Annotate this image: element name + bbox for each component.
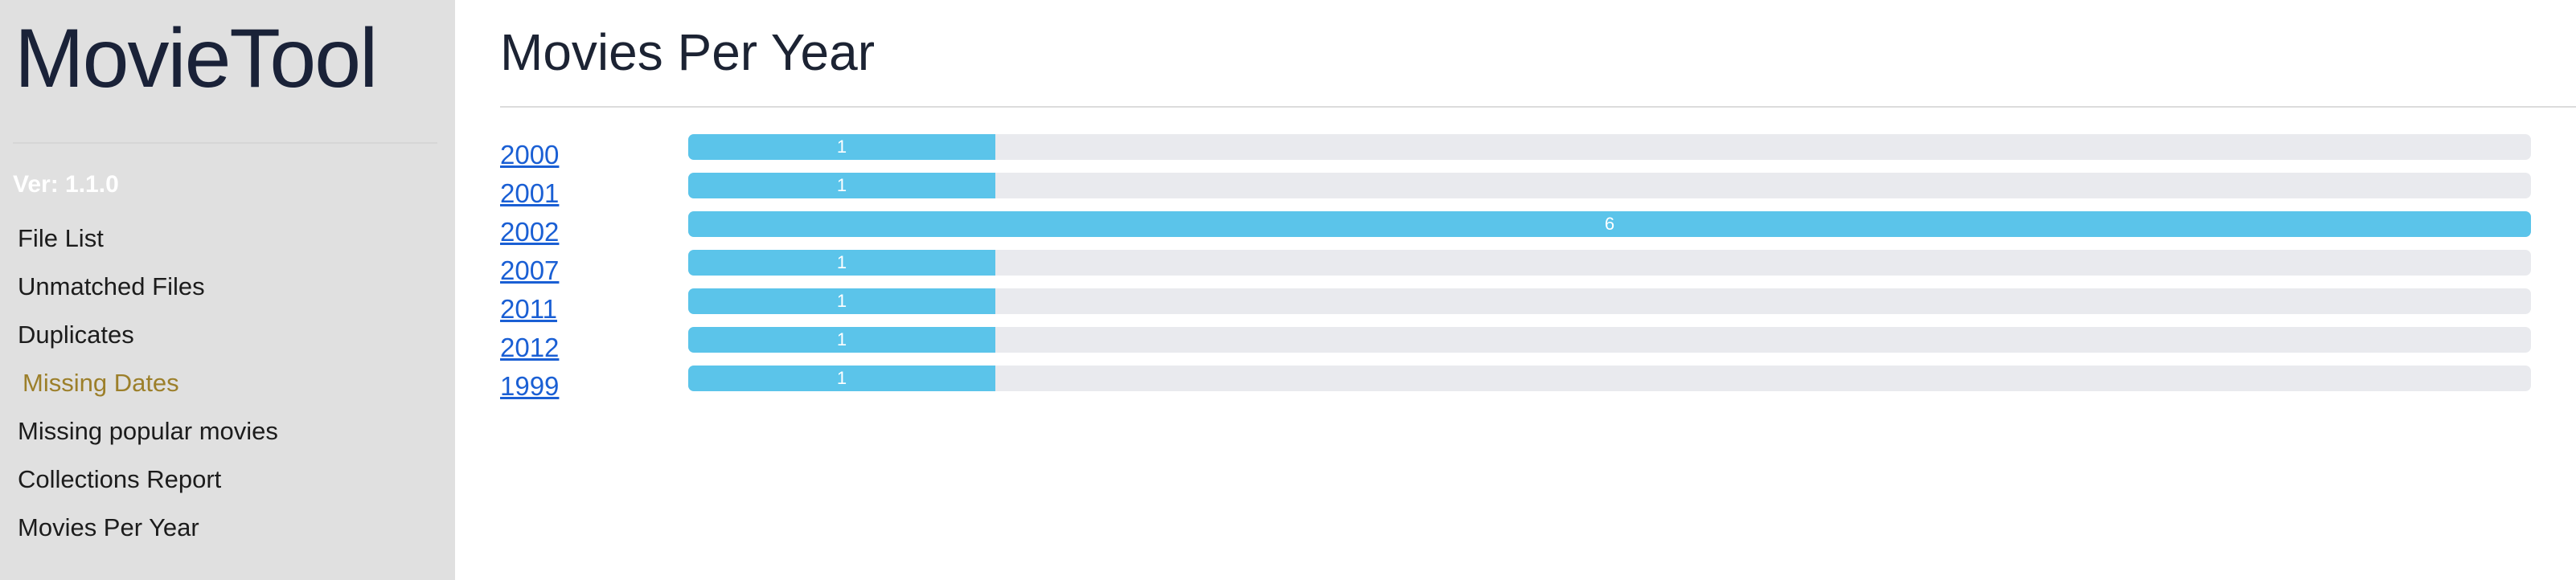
progress-label: 6 [1604, 214, 1615, 234]
sidebar-item-duplicates[interactable]: Duplicates [0, 313, 455, 361]
year-row: 2007 1 [500, 250, 2531, 288]
year-link[interactable]: 2012 [500, 329, 559, 367]
app-root: MovieTool Ver: 1.1.0 File List Unmatched… [0, 0, 2576, 580]
sidebar: MovieTool Ver: 1.1.0 File List Unmatched… [0, 0, 455, 580]
sidebar-nav: File List Unmatched Files Duplicates Mis… [0, 217, 455, 554]
progress-track: 1 [688, 250, 2531, 276]
progress-track: 1 [688, 288, 2531, 314]
progress-label: 1 [836, 252, 847, 272]
year-row: 1999 1 [500, 366, 2531, 404]
sidebar-item-movies-per-year[interactable]: Movies Per Year [0, 506, 455, 554]
year-row: 2001 1 [500, 173, 2531, 211]
progress-track: 6 [688, 211, 2531, 237]
progress-track: 1 [688, 366, 2531, 391]
sidebar-item-missing-dates[interactable]: Missing Dates [0, 361, 455, 410]
progress-label: 1 [836, 368, 847, 388]
progress-track: 1 [688, 134, 2531, 160]
year-link[interactable]: 1999 [500, 367, 559, 406]
year-row: 2000 1 [500, 134, 2531, 173]
progress-label: 1 [836, 137, 847, 157]
sidebar-item-missing-popular-movies[interactable]: Missing popular movies [0, 410, 455, 458]
year-link[interactable]: 2000 [500, 136, 559, 174]
progress-label: 1 [836, 175, 847, 195]
year-link[interactable]: 2002 [500, 213, 559, 251]
year-row: 2002 6 [500, 211, 2531, 250]
progress-track: 1 [688, 173, 2531, 198]
sidebar-item-file-list[interactable]: File List [0, 217, 455, 265]
year-row: 2012 1 [500, 327, 2531, 366]
main-content: Movies Per Year 2000 1 2001 1 2002 6 200… [455, 0, 2576, 580]
sidebar-divider [13, 142, 437, 144]
year-link[interactable]: 2001 [500, 174, 559, 213]
sidebar-item-unmatched-files[interactable]: Unmatched Files [0, 265, 455, 313]
year-link[interactable]: 2011 [500, 290, 557, 329]
page-title: Movies Per Year [500, 23, 876, 81]
year-list: 2000 1 2001 1 2002 6 2007 1 2011 1 2012 … [500, 134, 2531, 404]
progress-label: 1 [836, 291, 847, 311]
year-link[interactable]: 2007 [500, 251, 559, 290]
progress-track: 1 [688, 327, 2531, 353]
progress-label: 1 [836, 329, 847, 349]
app-logo[interactable]: MovieTool [14, 6, 378, 111]
version-label: Ver: 1.1.0 [13, 171, 119, 198]
title-divider [500, 106, 2576, 108]
sidebar-item-collections-report[interactable]: Collections Report [0, 458, 455, 506]
year-row: 2011 1 [500, 288, 2531, 327]
